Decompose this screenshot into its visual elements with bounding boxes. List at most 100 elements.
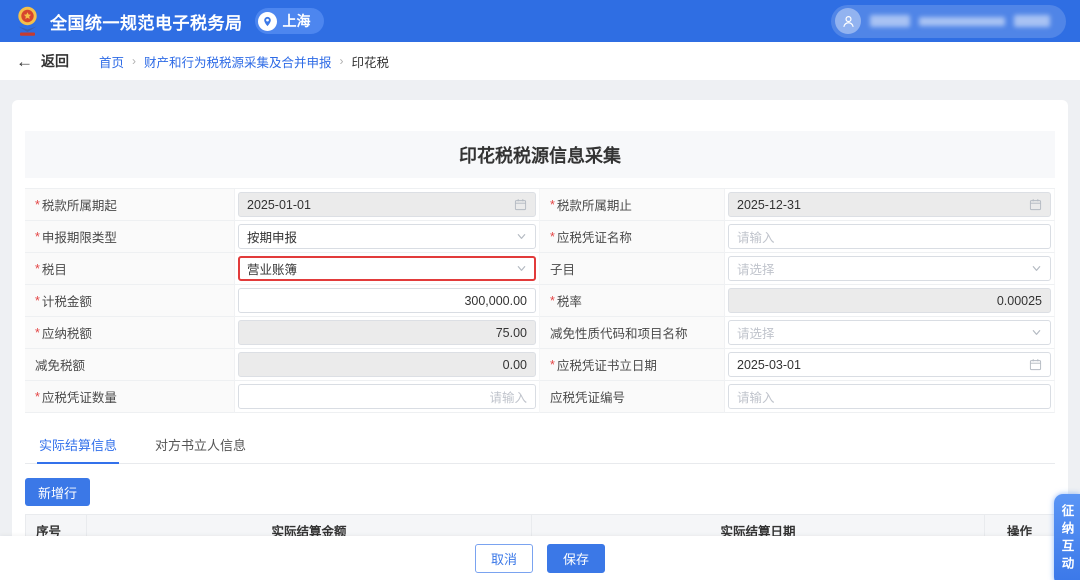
field-value-cell: 按期申报 [235, 221, 540, 253]
field-value: 请选择 [737, 259, 1025, 278]
field-label: 税率 [557, 291, 582, 310]
date-field[interactable]: 2025-03-01 [728, 352, 1051, 377]
field-label-cell: *税率 [540, 285, 725, 317]
location-label: 上海 [283, 11, 311, 31]
field-value: 0.00025 [737, 294, 1042, 308]
field-value-cell: 2025-12-31 [725, 189, 1055, 221]
add-row-button[interactable]: 新增行 [25, 478, 90, 506]
input-field[interactable]: 75.00 [238, 320, 536, 345]
input-field[interactable]: 请输入 [728, 224, 1051, 249]
field-value: 请输入 [737, 227, 1042, 246]
breadcrumb-item[interactable]: 首页 [99, 52, 124, 71]
breadcrumb-separator-icon: › [132, 54, 136, 68]
select-field[interactable]: 按期申报 [238, 224, 536, 249]
field-label-cell: *应税凭证书立日期 [540, 349, 725, 381]
redacted-user-text [870, 15, 910, 27]
field-value: 请选择 [737, 323, 1025, 342]
field-value: 2025-12-31 [737, 198, 1023, 212]
input-field[interactable]: 请输入 [728, 384, 1051, 409]
field-value-cell: 请输入 [725, 221, 1055, 253]
select-field[interactable]: 营业账簿 [238, 256, 536, 281]
field-label: 应税凭证数量 [42, 387, 117, 406]
chevron-down-icon [516, 231, 527, 242]
chevron-down-icon [516, 263, 527, 274]
field-value-cell: 0.00 [235, 349, 540, 381]
field-label-cell: 减免性质代码和项目名称 [540, 317, 725, 349]
breadcrumb-bar: ← 返回 首页 › 财产和行为税税源采集及合并申报 › 印花税 [0, 42, 1080, 80]
input-field[interactable]: 请输入 [238, 384, 536, 409]
tab-0[interactable]: 实际结算信息 [37, 429, 119, 463]
breadcrumb-separator-icon: › [340, 54, 344, 68]
field-value: 营业账簿 [247, 259, 510, 278]
input-field[interactable]: 0.00025 [728, 288, 1051, 313]
back-arrow-icon: ← [16, 53, 33, 70]
footer-action-bar: 取消 保存 [0, 536, 1080, 580]
field-label: 税目 [42, 259, 67, 278]
field-label: 应税凭证书立日期 [557, 355, 657, 374]
input-field[interactable]: 0.00 [238, 352, 536, 377]
field-value: 2025-03-01 [737, 358, 1023, 372]
field-value-cell: 2025-03-01 [725, 349, 1055, 381]
field-label: 税款所属期起 [42, 195, 117, 214]
field-label: 税款所属期止 [557, 195, 632, 214]
breadcrumb-item: 印花税 [352, 52, 390, 71]
select-field[interactable]: 请选择 [728, 256, 1051, 281]
field-value-cell: 请选择 [725, 253, 1055, 285]
field-value-cell: 请输入 [725, 381, 1055, 413]
field-label-cell: *税款所属期起 [25, 189, 235, 221]
required-asterisk: * [35, 262, 40, 276]
main-form-card: 印花税税源信息采集 *税款所属期起2025-01-01*税款所属期止2025-1… [12, 100, 1068, 544]
form-title-band: 印花税税源信息采集 [25, 131, 1055, 178]
user-avatar-icon [835, 8, 861, 34]
side-tab-label: 征纳互动 [1058, 504, 1077, 574]
field-value: 请输入 [737, 387, 1042, 406]
required-asterisk: * [550, 230, 555, 244]
date-field[interactable]: 2025-12-31 [728, 192, 1051, 217]
select-field[interactable]: 请选择 [728, 320, 1051, 345]
field-label-cell: *应纳税额 [25, 317, 235, 349]
location-pin-icon [258, 12, 277, 31]
chevron-down-icon [1031, 263, 1042, 274]
field-label: 应纳税额 [42, 323, 92, 342]
redacted-user-text [1014, 15, 1050, 27]
calendar-icon [1029, 358, 1042, 371]
date-field[interactable]: 2025-01-01 [238, 192, 536, 217]
field-label-cell: *税款所属期止 [540, 189, 725, 221]
field-value-cell: 75.00 [235, 317, 540, 349]
detail-tabs: 实际结算信息对方书立人信息 [25, 429, 1055, 464]
tab-1[interactable]: 对方书立人信息 [153, 429, 248, 463]
field-label-cell: *应税凭证名称 [540, 221, 725, 253]
cancel-button[interactable]: 取消 [475, 544, 533, 573]
field-label: 减免税额 [35, 355, 85, 374]
app-title: 全国统一规范电子税务局 [50, 9, 243, 34]
top-header-bar: 全国统一规范电子税务局 上海 [0, 0, 1080, 42]
tax-interaction-side-tab[interactable]: 征纳互动 [1054, 494, 1080, 580]
input-field[interactable]: 300,000.00 [238, 288, 536, 313]
field-value: 2025-01-01 [247, 198, 508, 212]
page-title: 印花税税源信息采集 [459, 142, 621, 168]
field-label: 计税金额 [42, 291, 92, 310]
field-value-cell: 300,000.00 [235, 285, 540, 317]
field-label-cell: 应税凭证编号 [540, 381, 725, 413]
field-value-cell: 请输入 [235, 381, 540, 413]
back-button[interactable]: ← 返回 [16, 51, 69, 71]
back-label: 返回 [41, 51, 69, 71]
field-label-cell: *计税金额 [25, 285, 235, 317]
field-value-cell: 0.00025 [725, 285, 1055, 317]
required-asterisk: * [35, 326, 40, 340]
field-label-cell: 子目 [540, 253, 725, 285]
required-asterisk: * [35, 198, 40, 212]
field-label-cell: *税目 [25, 253, 235, 285]
field-value-cell: 2025-01-01 [235, 189, 540, 221]
field-label: 应税凭证名称 [557, 227, 632, 246]
location-badge[interactable]: 上海 [255, 8, 324, 34]
field-value: 0.00 [247, 358, 527, 372]
breadcrumb-item[interactable]: 财产和行为税税源采集及合并申报 [144, 52, 332, 71]
user-account-pill[interactable] [831, 5, 1066, 38]
required-asterisk: * [35, 230, 40, 244]
save-button[interactable]: 保存 [547, 544, 605, 573]
breadcrumb: 首页 › 财产和行为税税源采集及合并申报 › 印花税 [99, 52, 389, 71]
required-asterisk: * [550, 358, 555, 372]
field-label: 应税凭证编号 [550, 387, 625, 406]
field-label: 申报期限类型 [42, 227, 117, 246]
